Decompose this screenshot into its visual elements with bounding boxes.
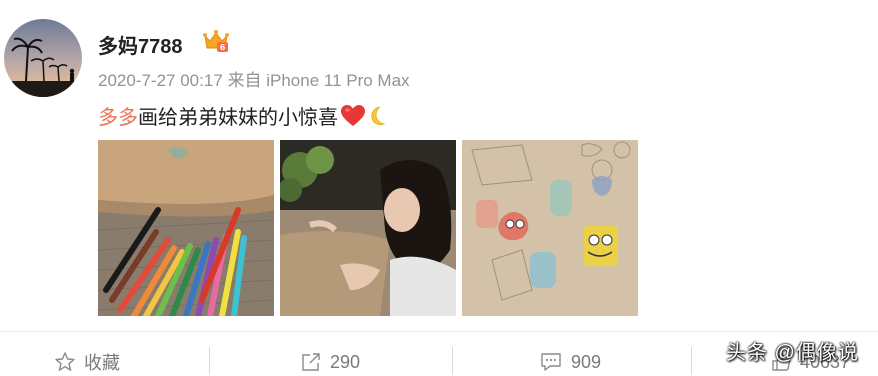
post-image-spongebob-drawing[interactable] xyxy=(462,140,638,316)
watermark: 头条 @偶像说 xyxy=(726,342,859,364)
username[interactable]: 多妈7788 xyxy=(98,30,183,59)
share-icon xyxy=(300,351,322,373)
mention-link[interactable]: 多多 xyxy=(98,101,138,130)
star-icon xyxy=(54,351,76,373)
action-separator xyxy=(691,347,692,375)
moon-emoji-icon xyxy=(368,104,390,128)
post-image-child-drawing[interactable] xyxy=(280,140,456,316)
heart-emoji-icon xyxy=(340,104,366,128)
repost-count: 290 xyxy=(330,351,361,372)
action-separator xyxy=(452,347,453,375)
comment-count: 909 xyxy=(571,351,602,372)
post-image-pencils[interactable] xyxy=(98,140,274,316)
footer-divider xyxy=(0,331,878,332)
comment-icon xyxy=(539,351,563,373)
post-meta: 2020-7-27 00:17 来自 iPhone 11 Pro Max xyxy=(98,71,410,90)
svg-text:6: 6 xyxy=(220,43,226,52)
favorite-label: 收藏 xyxy=(84,353,120,373)
vip-crown-icon[interactable]: 6 xyxy=(202,28,230,54)
post-body: 画给弟弟妹妹的小惊喜 xyxy=(138,107,338,129)
action-separator xyxy=(209,347,210,375)
post-text: 多多 画给弟弟妹妹的小惊喜 xyxy=(98,101,390,130)
avatar[interactable] xyxy=(4,19,82,97)
